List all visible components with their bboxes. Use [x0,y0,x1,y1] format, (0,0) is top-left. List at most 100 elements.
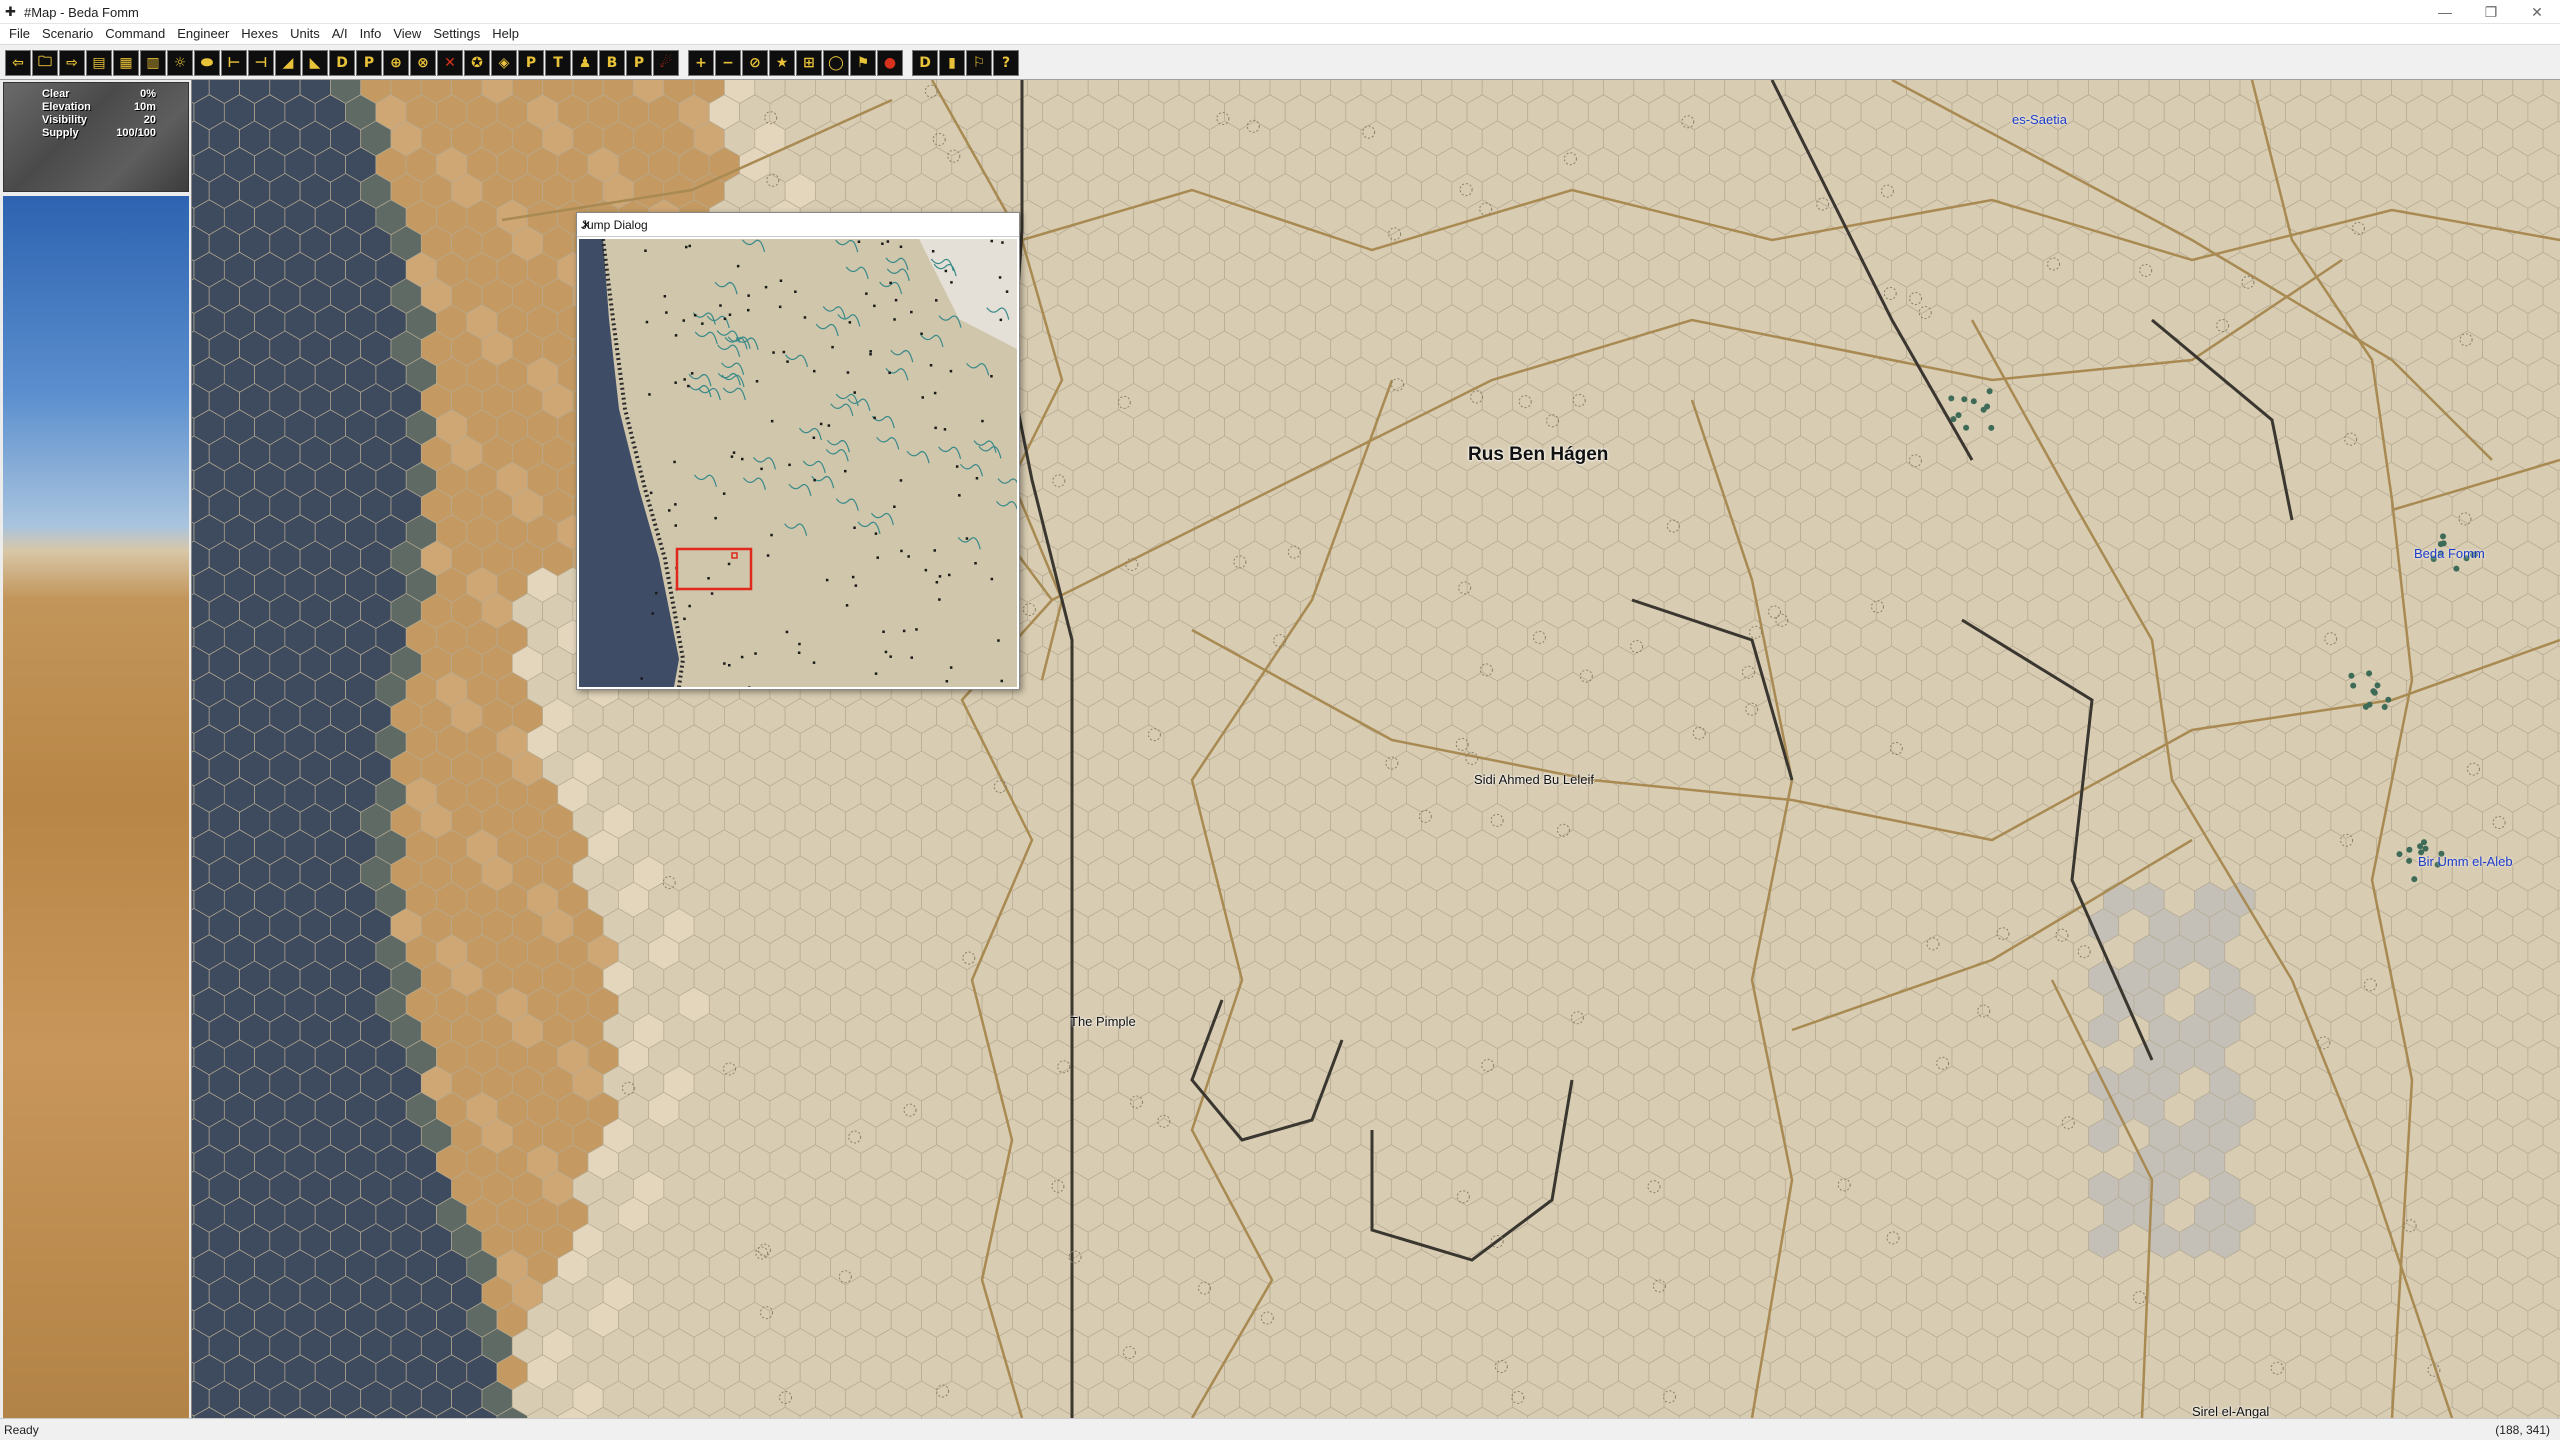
menu-hexes[interactable]: Hexes [235,24,284,44]
minimap-marker [797,651,801,654]
oasis-marker [2381,704,2388,710]
toolbar-button-23[interactable]: B [599,50,625,76]
minimap-marker [1005,290,1009,293]
window-title: #Map - Beda Fomm [24,5,139,20]
minimap-marker [710,592,714,595]
toolbar-button-33[interactable]: ● [877,50,903,76]
menu-file[interactable]: File [3,24,36,44]
minimap-marker [683,378,686,381]
toolbar-button-28[interactable]: ⊘ [742,50,768,76]
minimap-marker [938,598,941,601]
minimap-marker [825,578,829,582]
menu-help[interactable]: Help [486,24,525,44]
toolbar-button-10[interactable]: ⊣ [248,50,274,76]
minimap-marker [857,240,861,243]
toolbar-button-6[interactable]: ▥ [140,50,166,76]
close-button[interactable]: ✕ [2514,0,2560,24]
toolbar-button-11[interactable]: ◢ [275,50,301,76]
side-panel: Clear 0% Elevation 10m Visibility 20 Supply… [0,80,192,1418]
menu-command[interactable]: Command [99,24,171,44]
toolbar-button-15[interactable]: ⊕ [383,50,409,76]
minimap-marker [665,311,668,314]
minimap-marker [874,532,878,535]
minimap-marker [958,494,961,497]
town-label: es-Saetia [2012,112,2067,127]
toolbar-button-22[interactable]: ♟ [572,50,598,76]
minimap-marker [741,457,744,461]
toolbar-button-30[interactable]: ⊞ [796,50,822,76]
status-text: Ready [4,1423,39,1437]
hex-map-canvas[interactable] [192,80,2560,1418]
overview-minimap[interactable] [579,239,1017,687]
toolbar-button-1[interactable]: ⇦ [5,50,31,76]
jump-dialog-close-button[interactable]: ✕ [581,218,1013,232]
toolbar-button-14[interactable]: P [356,50,382,76]
minimap-marker [812,661,816,664]
toolbar: ⇦ 🗀 ⇨ ▤ ▦ ▥ ☼ ⬬ ⊢ ⊣ ◢ ◣ D P ⊕ ⊗ ✕ ✪ ◈ P T ♟ B P ☄ + − ⊘ ★ ⊞ ◯ ⚑ ● D ▮ ⚐? [0,44,2560,80]
toolbar-button-20[interactable]: P [518,50,544,76]
toolbar-button-16[interactable]: ⊗ [410,50,436,76]
minimap-marker [981,419,984,423]
minimap-marker [644,249,647,252]
hex-map[interactable]: Rus Ben Hágen Sidi Ahmed Bu Leleif The P… [192,80,2560,1418]
toolbar-button-35[interactable]: ▮ [939,50,965,76]
toolbar-button-32[interactable]: ⚑ [850,50,876,76]
info-row-supply: Supply 100/100 [42,127,156,140]
toolbar-button-13[interactable]: D [329,50,355,76]
toolbar-button-27[interactable]: − [715,50,741,76]
toolbar-button-34[interactable]: D [912,50,938,76]
minimap-marker [945,680,949,683]
menu-view[interactable]: View [387,24,427,44]
menu-settings[interactable]: Settings [427,24,486,44]
toolbar-button-29[interactable]: ★ [769,50,795,76]
toolbar-button-7[interactable]: ☼ [167,50,193,76]
minimap-marker [673,460,676,464]
toolbar-separator [680,50,688,76]
jump-dialog-titlebar[interactable]: Jump Dialog ✕ [577,213,1019,237]
toolbar-button-4[interactable]: ▤ [86,50,112,76]
menu-info[interactable]: Info [354,24,388,44]
toolbar-button-24[interactable]: P [626,50,652,76]
minimap-marker [869,350,872,353]
minimap-marker [999,318,1003,322]
toolbar-button-21[interactable]: T [545,50,571,76]
toolbar-button-19[interactable]: ◈ [491,50,517,76]
title-bar: ✚ #Map - Beda Fomm — ❐ ✕ [0,0,2560,24]
minimize-button[interactable]: — [2422,0,2468,24]
minimap-marker [931,250,935,253]
menu-scenario[interactable]: Scenario [36,24,99,44]
toolbar-button-8[interactable]: ⬬ [194,50,220,76]
minimap-marker [770,533,773,537]
oasis-marker [2366,670,2373,677]
toolbar-button-5[interactable]: ▦ [113,50,139,76]
minimap-marker [786,360,789,363]
restore-button[interactable]: ❐ [2468,0,2514,24]
toolbar-button-12[interactable]: ◣ [302,50,328,76]
menu-ai[interactable]: A/I [326,24,354,44]
toolbar-button-26[interactable]: + [688,50,714,76]
menu-engineer[interactable]: Engineer [171,24,235,44]
toolbar-button-3[interactable]: ⇨ [59,50,85,76]
minimap-marker [910,310,913,314]
menu-units[interactable]: Units [284,24,326,44]
minimap-marker [760,467,763,471]
minimap-canvas[interactable] [579,239,1017,687]
minimap-marker [728,313,732,316]
minimap-marker [944,269,948,273]
minimap-marker [948,573,951,577]
info-value: 100/100 [116,127,156,139]
toolbar-button-18[interactable]: ✪ [464,50,490,76]
toolbar-button-31[interactable]: ◯ [823,50,849,76]
toolbar-button-9[interactable]: ⊢ [221,50,247,76]
toolbar-button-37[interactable]: ? [993,50,1019,76]
toolbar-button-25[interactable]: ☄ [653,50,679,76]
minimap-marker [997,639,1000,642]
toolbar-button-17[interactable]: ✕ [437,50,463,76]
toolbar-button-2[interactable]: 🗀 [32,50,58,76]
minimap-marker [723,317,727,321]
toolbar-button-36[interactable]: ⚐ [966,50,992,76]
minimap-marker [655,591,658,595]
oasis-marker [2417,843,2424,850]
minimap-marker [854,584,858,587]
minimap-marker [687,384,690,388]
